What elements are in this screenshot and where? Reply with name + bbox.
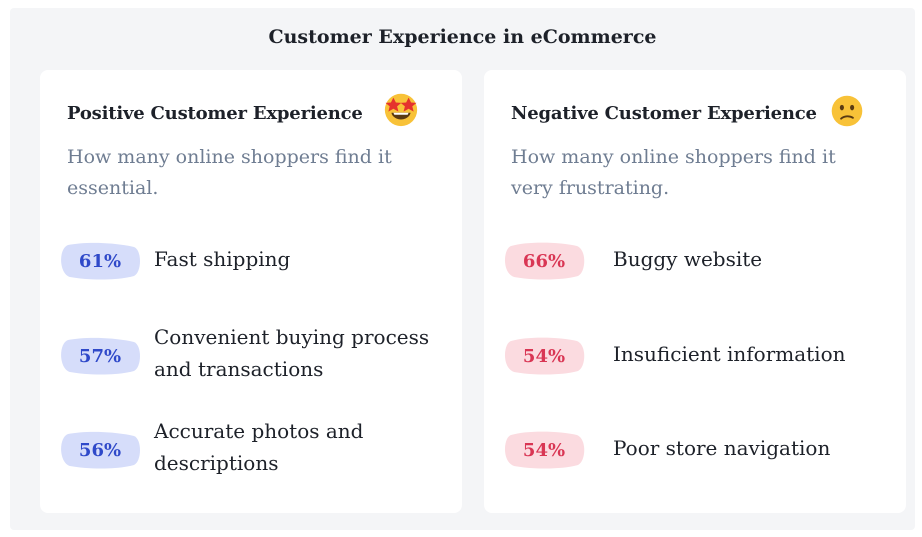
percent-badge: 57% xyxy=(58,336,142,376)
percent-badge: 61% xyxy=(58,241,142,281)
positive-card: Positive Customer Experience How many on… xyxy=(40,70,462,513)
percent-badge: 66% xyxy=(502,241,586,281)
list-item: 61% Fast shipping xyxy=(58,235,458,299)
percent-value: 54% xyxy=(522,345,566,367)
negative-card: Negative Customer Experience How many on… xyxy=(484,70,906,513)
star-struck-emoji-icon xyxy=(384,93,418,127)
percent-value: 66% xyxy=(522,250,566,272)
positive-heading: Positive Customer Experience xyxy=(67,103,363,124)
list-item: 54% Poor store navigation xyxy=(502,415,902,479)
item-label: Buggy website xyxy=(613,247,763,271)
percent-value: 61% xyxy=(78,250,122,272)
infographic-frame: Customer Experience in eCommerce Positiv… xyxy=(10,8,915,530)
list-item: 57% Convenient buying process and transa… xyxy=(58,321,458,385)
item-label: Accurate photos and descriptions xyxy=(154,419,364,475)
item-label: Insuficient information xyxy=(613,342,846,366)
page-title: Customer Experience in eCommerce xyxy=(268,26,657,48)
percent-value: 57% xyxy=(78,345,122,367)
percent-badge: 56% xyxy=(58,430,142,470)
percent-badge: 54% xyxy=(502,430,586,470)
percent-badge: 54% xyxy=(502,336,586,376)
confused-face-emoji-icon xyxy=(831,95,863,127)
item-label: Convenient buying process and transactio… xyxy=(154,325,430,381)
negative-heading: Negative Customer Experience xyxy=(511,103,817,124)
negative-subtitle: How many online shoppers find it very fr… xyxy=(511,146,836,199)
list-item: 66% Buggy website xyxy=(502,235,902,299)
list-item: 54% Insuficient information xyxy=(502,321,902,385)
list-item: 56% Accurate photos and descriptions xyxy=(58,415,458,479)
positive-subtitle: How many online shoppers find it essenti… xyxy=(67,146,392,199)
item-label: Fast shipping xyxy=(154,247,291,271)
percent-value: 54% xyxy=(522,439,566,461)
item-label: Poor store navigation xyxy=(613,436,831,460)
percent-value: 56% xyxy=(78,439,122,461)
